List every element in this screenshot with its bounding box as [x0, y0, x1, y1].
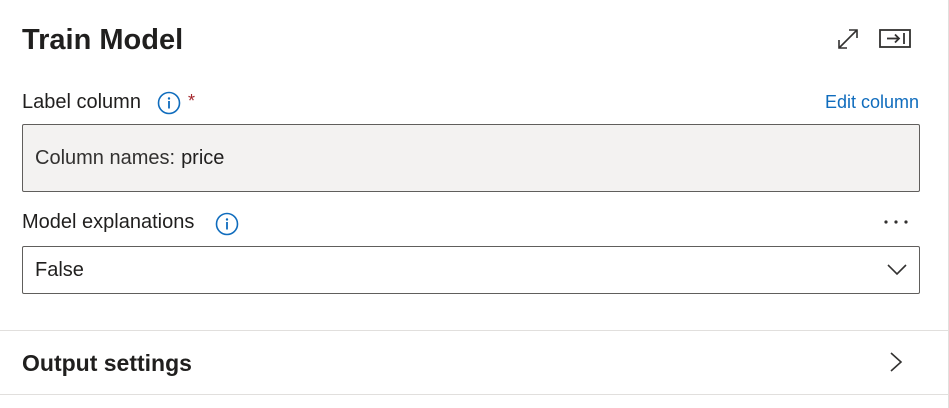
section-divider — [0, 394, 949, 395]
output-settings-section[interactable]: Output settings — [0, 331, 949, 394]
column-names-value: price — [181, 146, 225, 169]
info-icon[interactable] — [157, 91, 181, 115]
model-explanations-dropdown[interactable]: False — [22, 246, 920, 294]
page-title: Train Model — [22, 24, 184, 56]
label-column-value-box: Column names: price — [22, 124, 920, 192]
chevron-down-icon — [887, 264, 907, 276]
expand-icon[interactable] — [836, 27, 860, 51]
required-indicator: * — [188, 91, 196, 111]
more-options-button[interactable] — [880, 210, 912, 234]
column-names-prefix: Column names: — [35, 146, 176, 169]
output-settings-title: Output settings — [22, 350, 192, 376]
edit-column-link[interactable]: Edit column — [825, 91, 919, 113]
dropdown-selected-value: False — [35, 258, 84, 281]
more-icon — [884, 220, 908, 224]
chevron-right-icon — [890, 352, 903, 372]
label-column-label: Label column — [22, 91, 141, 113]
model-explanations-label: Model explanations — [22, 211, 195, 233]
info-icon[interactable] — [215, 212, 239, 236]
collapse-panel-icon[interactable] — [879, 28, 913, 50]
train-model-panel: Train Model Label column * Edit column C… — [0, 0, 949, 408]
